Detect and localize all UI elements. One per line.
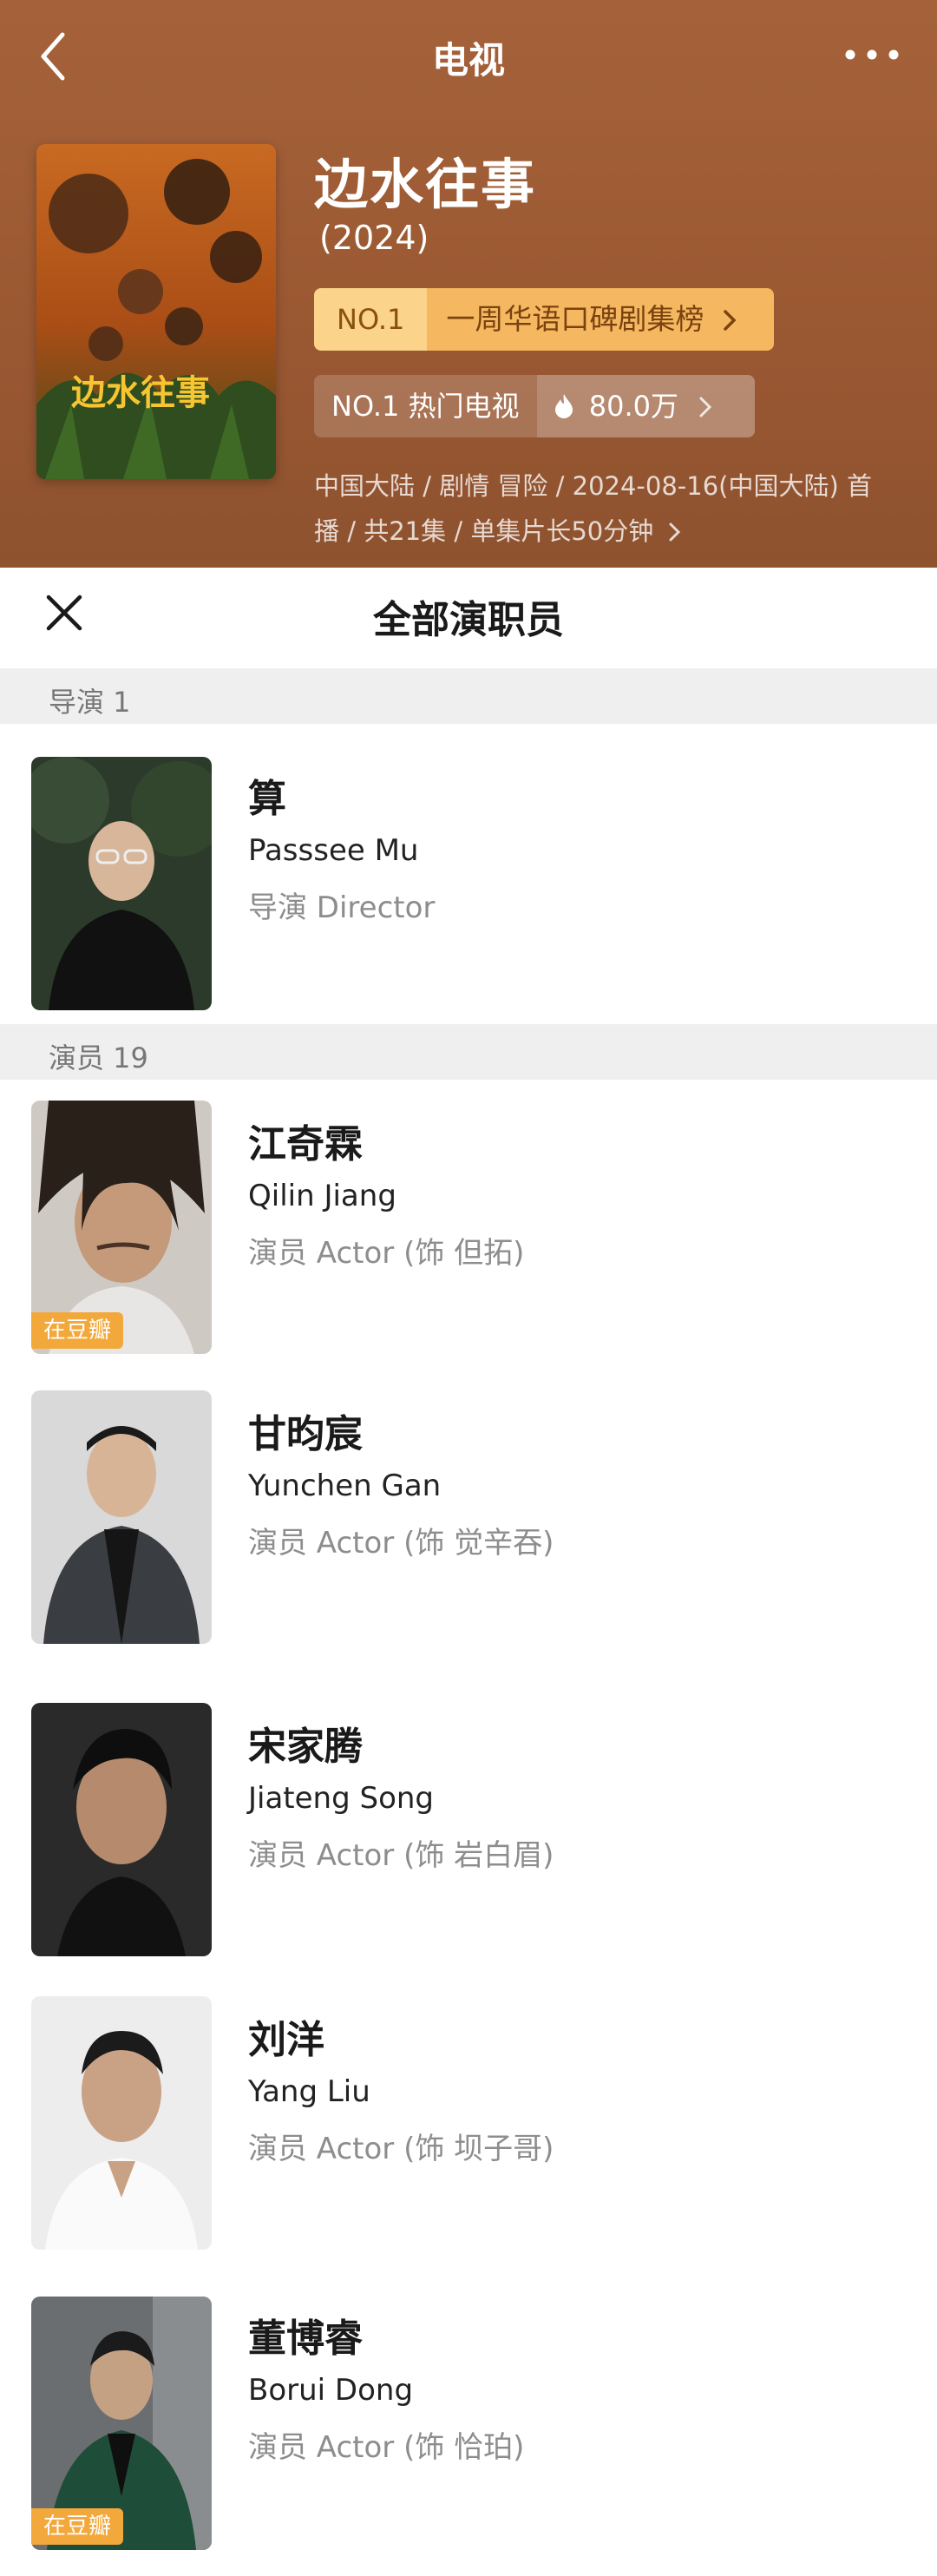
person-role: 演员 Actor (饰 恰珀) bbox=[248, 2430, 525, 2465]
person-name-en: Jiateng Song bbox=[248, 1781, 435, 1816]
person-name-en: Passsee Mu bbox=[248, 833, 419, 868]
section-header-actors: 演员 19 bbox=[0, 1024, 937, 1080]
rank-number: NO.1 bbox=[314, 288, 428, 351]
person-name-en: Yunchen Gan bbox=[248, 1469, 442, 1503]
person-role: 演员 Actor (饰 觉辛吞) bbox=[248, 1526, 554, 1561]
movie-title: 边水往事 bbox=[314, 153, 537, 216]
director-item[interactable]: 算 Passsee Mu 导演 Director bbox=[0, 724, 937, 1024]
chevron-right-icon bbox=[724, 310, 737, 331]
person-name: 董博睿 bbox=[248, 2316, 363, 2361]
person-name: 甘昀宸 bbox=[248, 1412, 363, 1456]
movie-header: 电视 边水往事 边水往事 (2024) NO.1 一周华语口碑剧集榜 NO.1 … bbox=[0, 0, 937, 568]
actor-photo[interactable]: 在豆瓣 bbox=[31, 1101, 212, 1354]
person-name-en: Borui Dong bbox=[248, 2373, 414, 2408]
cast-sheet-header: 全部演职员 bbox=[0, 568, 937, 668]
ranking-badge-hot[interactable]: NO.1 热门电视 80.0万 bbox=[314, 375, 755, 437]
person-name: 宋家腾 bbox=[248, 1725, 363, 1769]
douban-badge: 在豆瓣 bbox=[31, 2508, 124, 2545]
section-label: 导演 1 bbox=[49, 686, 131, 719]
poster-title-text: 边水往事 bbox=[71, 373, 210, 413]
more-options-icon[interactable] bbox=[842, 42, 902, 68]
actor-item[interactable]: 宋家腾 Jiateng Song 演员 Actor (饰 岩白眉) bbox=[0, 1679, 937, 1974]
person-name: 刘洋 bbox=[248, 2018, 324, 2062]
rank-label: 一周华语口碑剧集榜 bbox=[446, 302, 704, 336]
chevron-right-icon bbox=[699, 397, 712, 417]
meta-line-2: 播 / 共21集 / 单集片长50分钟 bbox=[314, 516, 654, 546]
person-name-en: Yang Liu bbox=[248, 2074, 370, 2109]
sheet-title: 全部演职员 bbox=[373, 598, 564, 642]
actor-photo[interactable]: 在豆瓣 bbox=[31, 2297, 212, 2550]
actor-item[interactable]: 在豆瓣 江奇霖 Qilin Jiang 演员 Actor (饰 但拓) bbox=[0, 1080, 937, 1370]
section-label: 演员 19 bbox=[49, 1042, 148, 1074]
actor-item[interactable]: 甘昀宸 Yunchen Gan 演员 Actor (饰 觉辛吞) bbox=[0, 1370, 937, 1679]
flame-icon bbox=[554, 394, 573, 418]
movie-year: (2024) bbox=[319, 219, 429, 257]
person-role: 导演 Director bbox=[248, 890, 436, 925]
person-role: 演员 Actor (饰 岩白眉) bbox=[248, 1838, 554, 1873]
chevron-right-icon bbox=[669, 522, 681, 542]
person-name: 算 bbox=[248, 777, 286, 821]
hot-rank-label: NO.1 热门电视 bbox=[331, 390, 520, 423]
actor-photo[interactable] bbox=[31, 1390, 212, 1644]
page-title: 电视 bbox=[431, 39, 505, 82]
actor-item[interactable]: 在豆瓣 董博睿 Borui Dong 演员 Actor (饰 恰珀) bbox=[0, 2276, 937, 2576]
actor-photo[interactable] bbox=[31, 1703, 212, 1956]
poster-image[interactable]: 边水往事 bbox=[36, 144, 276, 479]
director-photo[interactable] bbox=[31, 757, 212, 1010]
person-name-en: Qilin Jiang bbox=[248, 1179, 396, 1213]
ranking-badge-weekly[interactable]: NO.1 一周华语口碑剧集榜 bbox=[314, 288, 774, 351]
actor-item[interactable]: 刘洋 Yang Liu 演员 Actor (饰 坝子哥) bbox=[0, 1974, 937, 2276]
meta-line-1: 中国大陆 / 剧情 冒险 / 2024-08-16(中国大陆) 首 bbox=[314, 471, 873, 501]
section-header-director: 导演 1 bbox=[0, 668, 937, 724]
hot-value: 80.0万 bbox=[588, 390, 678, 423]
douban-badge: 在豆瓣 bbox=[31, 1312, 124, 1349]
person-role: 演员 Actor (饰 坝子哥) bbox=[248, 2132, 554, 2166]
person-role: 演员 Actor (饰 但拓) bbox=[248, 1236, 525, 1271]
actor-photo[interactable] bbox=[31, 1996, 212, 2250]
person-name: 江奇霖 bbox=[248, 1122, 363, 1166]
movie-meta[interactable]: 中国大陆 / 剧情 冒险 / 2024-08-16(中国大陆) 首 播 / 共2… bbox=[314, 463, 904, 554]
